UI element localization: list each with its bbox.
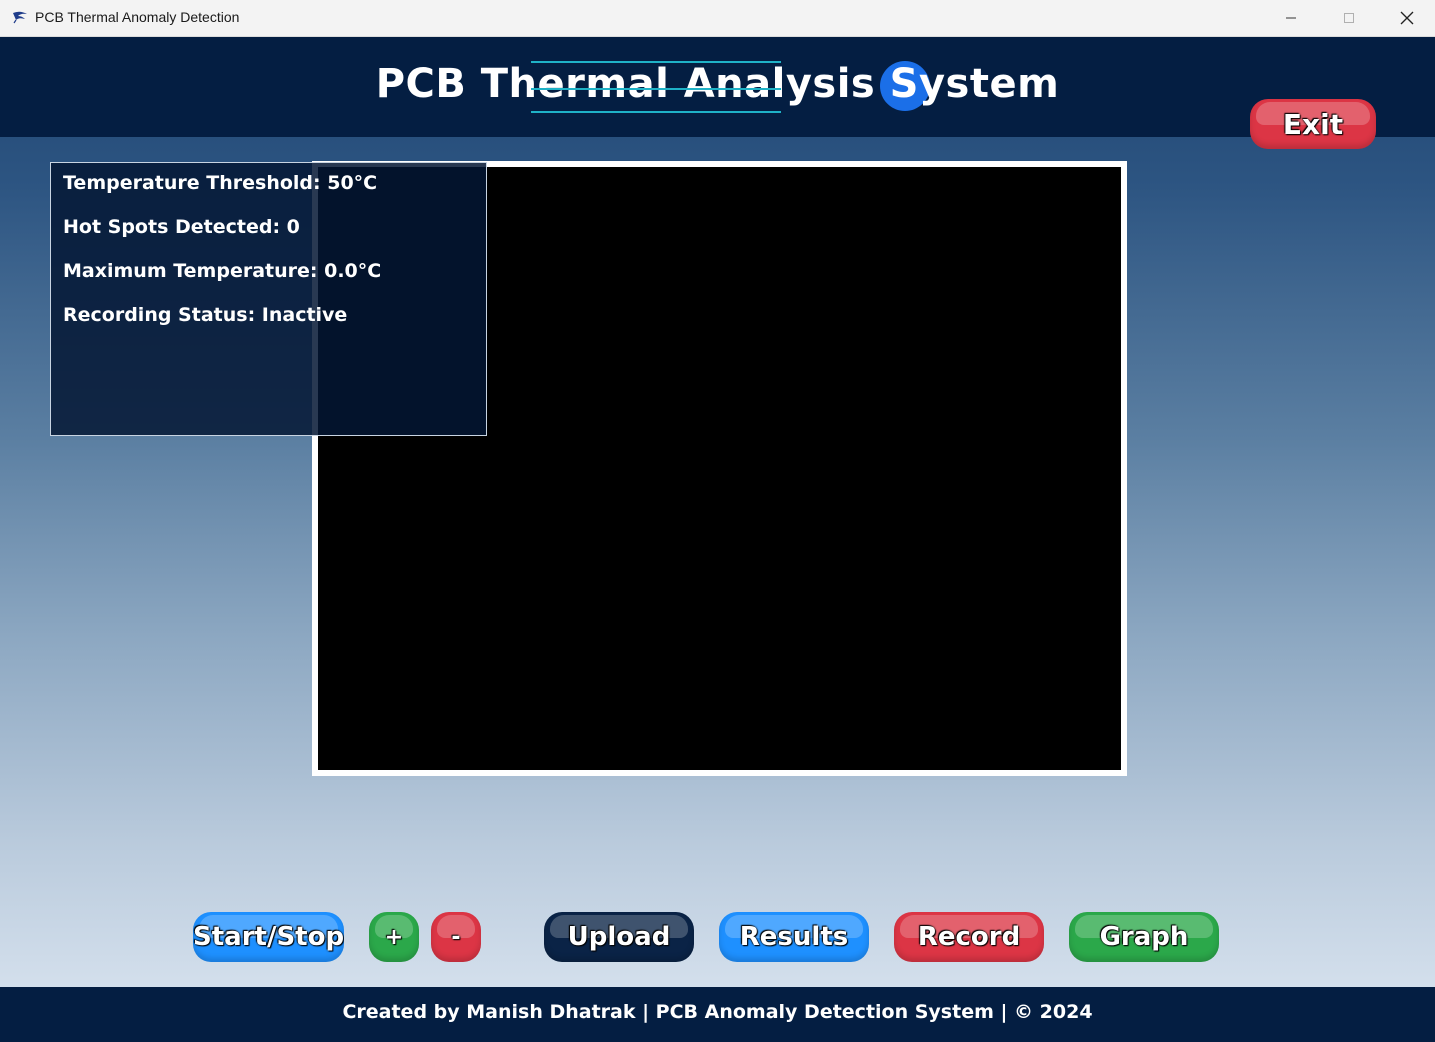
increase-label: + <box>384 924 404 950</box>
recording-status-text: Recording Status: Inactive <box>63 304 348 326</box>
temperature-threshold-text: Temperature Threshold: 50°C <box>63 172 378 194</box>
upload-label: Upload <box>567 922 671 952</box>
maximize-icon <box>1344 13 1354 23</box>
close-icon <box>1400 11 1414 25</box>
window-title: PCB Thermal Anomaly Detection <box>35 9 240 25</box>
app-feather-icon <box>12 10 28 24</box>
window-titlebar: PCB Thermal Anomaly Detection <box>0 0 1435 37</box>
upload-button[interactable]: Upload <box>544 912 694 962</box>
title-decoration-strike <box>531 88 781 90</box>
title-decoration-bottom-line <box>531 111 781 113</box>
start-stop-button[interactable]: Start/Stop <box>193 912 344 962</box>
decrease-label: - <box>451 924 461 950</box>
hot-spots-text: Hot Spots Detected: 0 <box>63 216 300 238</box>
record-button[interactable]: Record <box>894 912 1044 962</box>
graph-label: Graph <box>1099 922 1189 952</box>
graph-button[interactable]: Graph <box>1069 912 1219 962</box>
info-panel: Temperature Threshold: 50°C Hot Spots De… <box>50 162 487 436</box>
maximize-button[interactable] <box>1320 0 1378 36</box>
exit-button[interactable]: Exit <box>1250 99 1376 149</box>
decrease-threshold-button[interactable]: - <box>431 912 481 962</box>
page-title: PCB Thermal Analysis System <box>375 61 1060 107</box>
header-bar: PCB Thermal Analysis System <box>0 37 1435 137</box>
results-button[interactable]: Results <box>719 912 869 962</box>
max-temperature-text: Maximum Temperature: 0.0°C <box>63 260 382 282</box>
app-window: PCB Thermal Analysis System Exit Tempera… <box>0 37 1435 1042</box>
increase-threshold-button[interactable]: + <box>369 912 419 962</box>
footer-bar: Created by Manish Dhatrak | PCB Anomaly … <box>0 987 1435 1042</box>
record-label: Record <box>917 922 1021 952</box>
close-button[interactable] <box>1378 0 1435 36</box>
results-label: Results <box>739 922 849 952</box>
exit-button-label: Exit <box>1282 107 1344 141</box>
minimize-icon <box>1286 17 1296 19</box>
start-stop-label: Start/Stop <box>193 922 344 952</box>
footer-text: Created by Manish Dhatrak | PCB Anomaly … <box>342 1001 1093 1023</box>
minimize-button[interactable] <box>1262 0 1320 36</box>
